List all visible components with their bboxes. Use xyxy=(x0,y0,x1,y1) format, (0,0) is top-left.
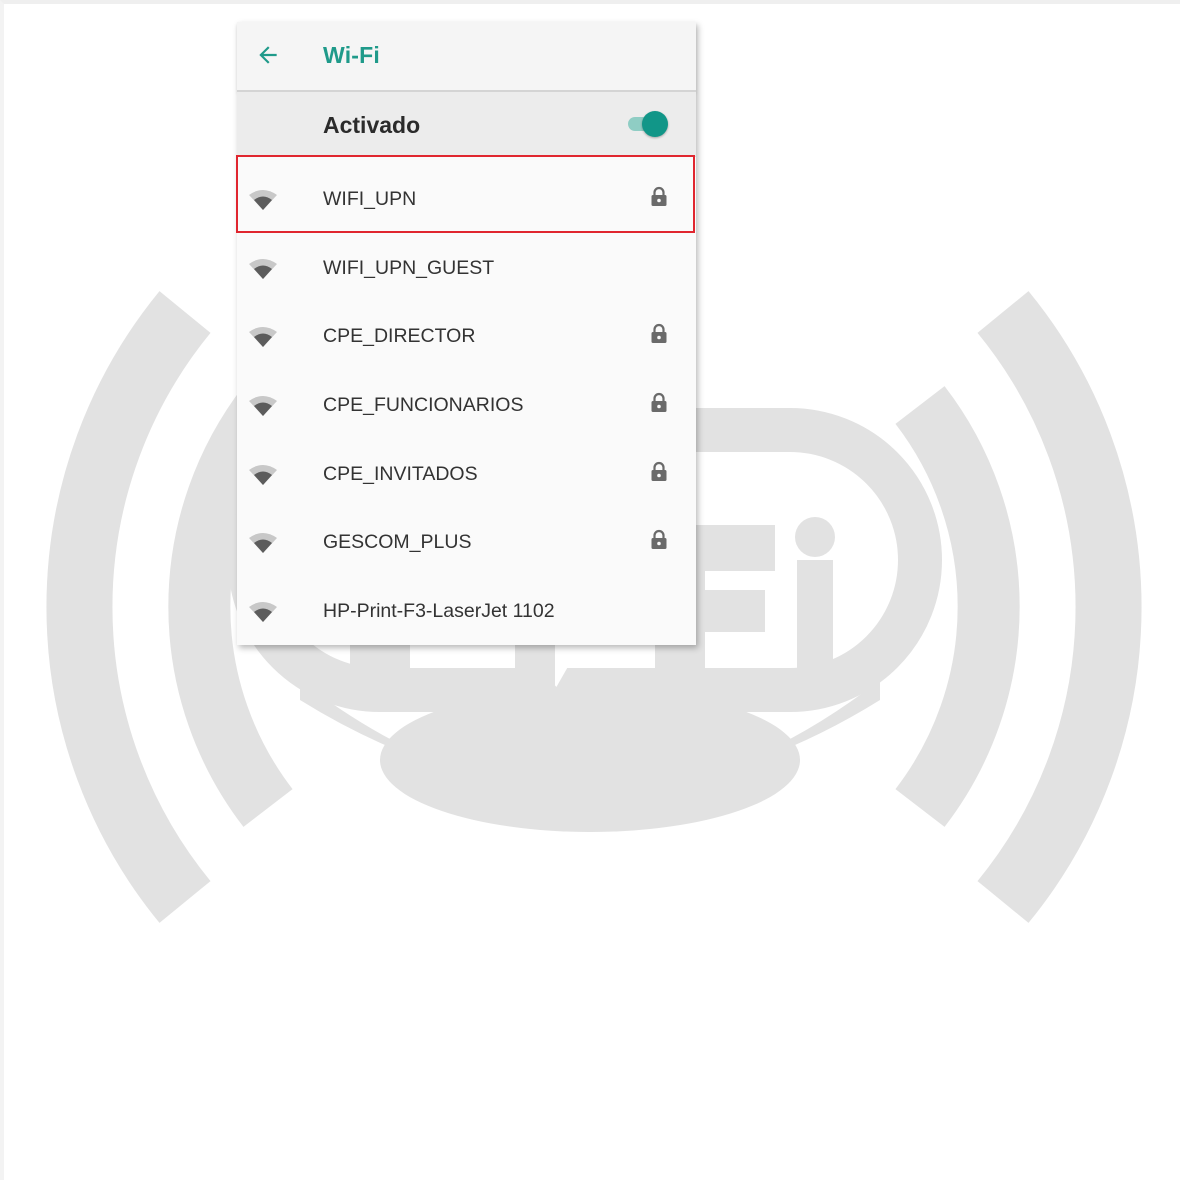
master-switch-label: Activado xyxy=(323,112,421,138)
network-row-hp-print[interactable]: HP-Print-F3-LaserJet 1102 xyxy=(237,576,696,645)
network-row-wifi-upn-guest[interactable]: WIFI_UPN_GUEST xyxy=(237,233,696,302)
network-name: CPE_INVITADOS xyxy=(323,462,478,485)
network-row-wifi-upn[interactable]: WIFI_UPN xyxy=(237,164,696,233)
page-title: Wi-Fi xyxy=(323,42,380,68)
lock-icon xyxy=(651,530,667,550)
wifi-master-switch-row[interactable]: Activado xyxy=(237,92,696,157)
network-name: WIFI_UPN_GUEST xyxy=(323,256,495,279)
wifi-signal-icon xyxy=(249,464,277,485)
network-name: GESCOM_PLUS xyxy=(323,531,472,554)
lock-icon xyxy=(651,324,667,344)
network-name: CPE_DIRECTOR xyxy=(323,325,476,348)
wifi-signal-icon xyxy=(249,602,277,623)
network-name: HP-Print-F3-LaserJet 1102 xyxy=(323,600,555,623)
wifi-signal-icon xyxy=(249,258,277,279)
network-list: WIFI_UPN WIFI_UPN_GUEST CPE_DIRECTOR CPE… xyxy=(237,164,696,645)
network-row-gescom-plus[interactable]: GESCOM_PLUS xyxy=(237,507,696,576)
lock-icon xyxy=(651,461,667,481)
wifi-signal-icon xyxy=(249,190,277,210)
network-row-cpe-director[interactable]: CPE_DIRECTOR xyxy=(237,301,696,370)
network-name: CPE_FUNCIONARIOS xyxy=(323,394,524,417)
wifi-settings-panel: Wi-Fi Activado WIFI_UPN WIFI_UPN_GUEST C… xyxy=(237,22,696,645)
wifi-signal-icon xyxy=(249,327,277,348)
wifi-toggle[interactable] xyxy=(626,111,670,137)
wifi-signal-icon xyxy=(249,396,277,417)
network-row-cpe-invitados[interactable]: CPE_INVITADOS xyxy=(237,439,696,508)
toggle-thumb xyxy=(642,111,668,137)
app-bar: Wi-Fi xyxy=(237,22,696,92)
back-button[interactable] xyxy=(249,36,287,74)
network-row-cpe-funcionarios[interactable]: CPE_FUNCIONARIOS xyxy=(237,370,696,439)
arrow-back-icon xyxy=(259,46,277,64)
lock-icon xyxy=(651,392,667,413)
lock-icon xyxy=(651,186,667,206)
wifi-signal-icon xyxy=(249,533,277,554)
network-name: WIFI_UPN xyxy=(323,188,417,210)
